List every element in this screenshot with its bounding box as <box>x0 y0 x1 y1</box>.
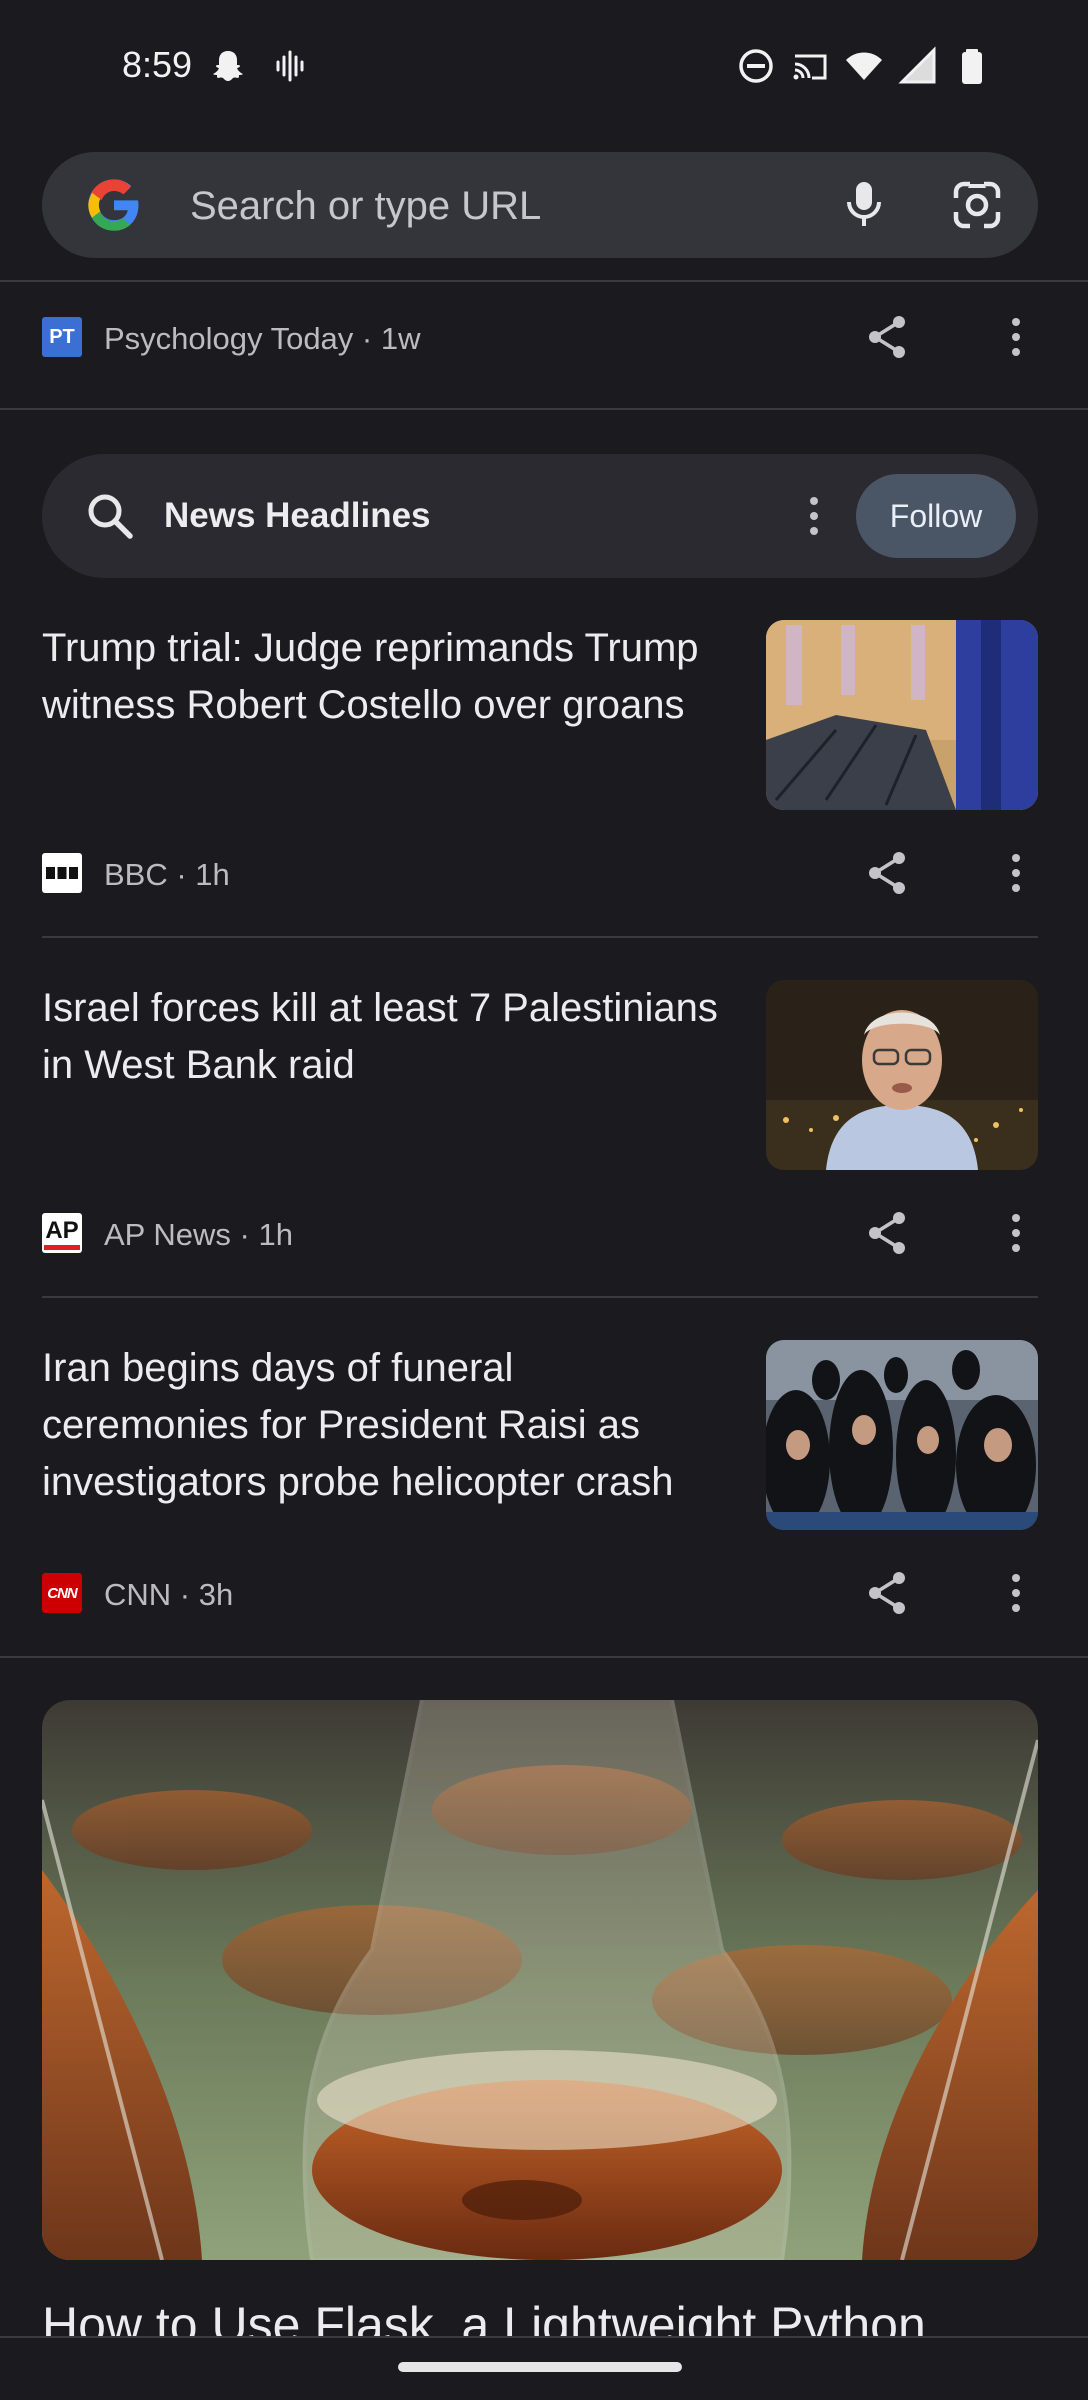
bbc-blocks <box>46 867 78 879</box>
signal-icon <box>898 46 936 84</box>
source-row-ap-news: AP AP News · 1h <box>42 1203 1038 1263</box>
status-bar: 8:59 <box>0 0 1088 130</box>
voice-activity-icon <box>276 50 304 82</box>
topic-header: News Headlines Follow <box>42 454 1038 578</box>
status-time: 8:59 <box>122 44 193 85</box>
source-row-cnn: CNN CNN · 3h <box>42 1563 1038 1623</box>
share-icon[interactable] <box>862 311 914 363</box>
microphone-icon[interactable] <box>834 174 894 234</box>
article-card[interactable]: Iran begins days of funeral ceremonies f… <box>42 1340 1038 1570</box>
source-meta: Psychology Today · 1w <box>104 321 421 356</box>
search-bar[interactable]: Search or type URL <box>42 152 1038 258</box>
divider <box>0 408 1088 410</box>
article-card[interactable]: Trump trial: Judge reprimands Trump witn… <box>42 620 1038 850</box>
man-speaking-image <box>766 980 1038 1170</box>
wifi-icon <box>846 52 882 80</box>
share-icon[interactable] <box>862 1207 914 1259</box>
article-thumbnail[interactable] <box>766 620 1038 810</box>
more-options-icon[interactable] <box>990 1567 1042 1619</box>
more-options-icon[interactable] <box>788 490 840 542</box>
divider <box>42 936 1038 938</box>
source-meta: CNN · 3h <box>104 1577 234 1612</box>
google-lens-icon[interactable] <box>946 174 1008 236</box>
courtroom-sketch-image <box>766 620 1038 810</box>
share-icon[interactable] <box>862 1567 914 1619</box>
more-options-icon[interactable] <box>990 311 1042 363</box>
funeral-crowd-image <box>766 1340 1038 1530</box>
bbc-logo <box>42 853 82 893</box>
source-row-bbc: BBC · 1h <box>42 843 1038 903</box>
source-meta: AP News · 1h <box>104 1217 293 1252</box>
source-row-psychology-today: PT Psychology Today · 1w <box>42 307 1038 367</box>
more-options-icon[interactable] <box>990 847 1042 899</box>
search-icon <box>88 494 133 539</box>
search-input[interactable]: Search or type URL <box>190 184 541 229</box>
share-icon[interactable] <box>862 847 914 899</box>
feature-article-image[interactable] <box>42 1700 1038 2260</box>
divider <box>42 1296 1038 1298</box>
battery-icon <box>962 49 982 84</box>
lab-flasks-image <box>42 1700 1038 2260</box>
do-not-disturb-icon <box>739 49 773 83</box>
article-title[interactable]: Trump trial: Judge reprimands Trump witn… <box>42 620 722 734</box>
cnn-logo: CNN <box>42 1573 82 1613</box>
ap-news-logo: AP <box>42 1213 82 1253</box>
divider <box>0 1656 1088 1658</box>
article-thumbnail[interactable] <box>766 980 1038 1170</box>
more-options-icon[interactable] <box>990 1207 1042 1259</box>
google-logo-icon <box>88 179 139 231</box>
cast-icon <box>793 54 827 80</box>
snapchat-icon <box>213 51 243 81</box>
psychology-today-logo: PT <box>42 317 82 357</box>
ap-logo-underline <box>44 1244 80 1250</box>
article-thumbnail[interactable] <box>766 1340 1038 1530</box>
article-title[interactable]: Israel forces kill at least 7 Palestinia… <box>42 980 722 1094</box>
article-card[interactable]: Israel forces kill at least 7 Palestinia… <box>42 980 1038 1210</box>
follow-button[interactable]: Follow <box>856 474 1016 558</box>
topic-title[interactable]: News Headlines <box>164 496 431 536</box>
source-meta: BBC · 1h <box>104 857 230 892</box>
home-indicator[interactable] <box>398 2362 682 2372</box>
article-title[interactable]: Iran begins days of funeral ceremonies f… <box>42 1340 722 1511</box>
discover-feed-page: 8:59 Search or type URL PT Psychology To… <box>0 0 1088 2400</box>
divider <box>0 280 1088 282</box>
